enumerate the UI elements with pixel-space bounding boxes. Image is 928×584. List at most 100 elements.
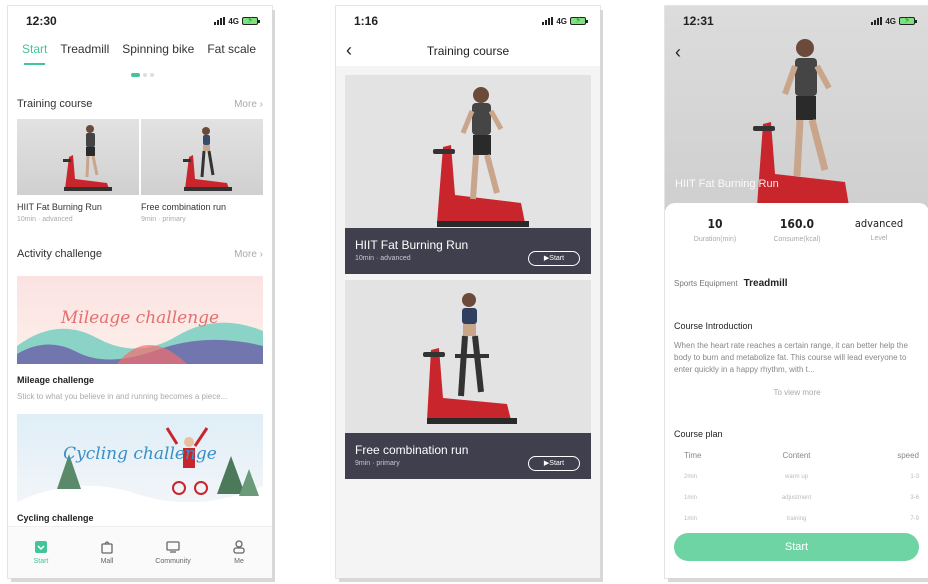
activity-challenge-header: Activity challenge More › xyxy=(17,248,263,260)
signal-icon xyxy=(871,17,883,25)
table-row: 1min training 7-9 xyxy=(684,515,919,522)
status-time: 12:31 xyxy=(683,14,714,28)
challenge-description: Stick to what you believe in and running… xyxy=(17,392,228,401)
course-hero-image: HIIT Fat Burning Run xyxy=(665,6,928,210)
sports-equipment: Sports Equipment Treadmill xyxy=(674,278,788,289)
stat-value: 10 xyxy=(707,217,723,231)
table-row: 2min warm up 1-3 xyxy=(684,473,919,480)
course-title: HIIT Fat Burning Run xyxy=(17,202,102,212)
course-thumbnail-hiit[interactable] xyxy=(17,119,139,195)
status-time: 12:30 xyxy=(26,14,57,28)
status-bar: 12:31 4G ⚡ xyxy=(665,6,928,36)
tabbar-me[interactable]: Me xyxy=(214,540,264,565)
table-row: 1min adjustment 3-6 xyxy=(684,494,919,501)
signal-indicator: 4G ⚡ xyxy=(214,15,260,26)
course-card-hiit[interactable]: HIIT Fat Burning Run 10min · advanced ▶S… xyxy=(345,75,591,274)
course-detail-screen: HIIT Fat Burning Run 12:31 4G ⚡ ‹ 10 Dur… xyxy=(665,6,928,578)
status-bar: 12:30 4G ⚡ xyxy=(8,6,272,36)
bottom-tab-bar: Start Mall Community Me xyxy=(8,526,272,578)
stat-value: advanced xyxy=(854,217,904,230)
page-title: Training course xyxy=(426,44,510,58)
start-button[interactable]: ▶Start xyxy=(528,251,580,266)
banner-text: Mileage challenge xyxy=(60,308,220,328)
course-title: Free combination run xyxy=(141,202,227,212)
battery-icon: ⚡ xyxy=(242,15,260,25)
stat-label: Consume(kcal) xyxy=(773,236,821,243)
training-course-header: Training course More › xyxy=(17,98,263,110)
course-thumbnail-free[interactable] xyxy=(141,119,263,195)
equipment-value: Treadmill xyxy=(743,278,788,289)
equipment-label: Sports Equipment xyxy=(674,279,738,288)
plan-heading: Course plan xyxy=(674,429,723,439)
treadmill-runner-image xyxy=(63,125,112,191)
challenge-title: Cycling challenge xyxy=(17,513,94,523)
tab-fat-scale[interactable]: Fat scale xyxy=(207,42,256,56)
more-link[interactable]: More › xyxy=(234,99,263,110)
signal-indicator: 4G ⚡ xyxy=(871,15,917,26)
start-course-button[interactable]: Start xyxy=(674,533,919,561)
page-indicator xyxy=(131,73,154,77)
course-subtitle: 9min · primary xyxy=(141,216,186,223)
course-subtitle: 10min · advanced xyxy=(17,216,73,223)
table-header: Time Content speed xyxy=(684,451,919,460)
mileage-challenge-banner[interactable]: Mileage challenge xyxy=(17,276,263,364)
start-icon xyxy=(35,541,47,553)
course-card-free[interactable]: Free combination run 9min · primary ▶Sta… xyxy=(345,280,591,479)
tabbar-label: Mall xyxy=(100,558,114,565)
network-label: 4G xyxy=(556,16,567,26)
back-chevron-icon[interactable]: ‹ xyxy=(675,40,681,64)
network-label: 4G xyxy=(885,16,896,26)
intro-text: When the heart rate reaches a certain ra… xyxy=(674,341,908,374)
course-card-info: HIIT Fat Burning Run 10min · advanced ▶S… xyxy=(345,228,591,274)
tab-start[interactable]: Start xyxy=(22,42,47,65)
treadmill-runner-image xyxy=(423,293,517,424)
view-more-link[interactable]: To view more xyxy=(665,388,928,397)
signal-icon xyxy=(542,17,554,25)
battery-icon: ⚡ xyxy=(570,15,588,25)
tabbar-label: Start xyxy=(33,558,49,565)
course-detail-sheet: 10 Duration(min) 160.0 Consume(kcal) adv… xyxy=(665,203,928,578)
course-title: Free combination run xyxy=(355,443,469,457)
banner-text: Cycling challenge xyxy=(63,444,217,464)
tabbar-start[interactable]: Start xyxy=(16,540,66,565)
status-bar: 1:16 4G ⚡ xyxy=(336,6,600,36)
tabbar-community[interactable]: Community xyxy=(148,540,198,565)
section-title: Training course xyxy=(17,98,93,110)
start-button[interactable]: ▶Start xyxy=(528,456,580,471)
treadmill-runner-image xyxy=(183,127,232,191)
tab-treadmill[interactable]: Treadmill xyxy=(60,42,109,56)
cycling-challenge-banner[interactable]: Cycling challenge xyxy=(17,414,263,502)
tabbar-mall[interactable]: Mall xyxy=(82,540,132,565)
home-screen: 12:30 4G ⚡ Start Treadmill Spinning bike… xyxy=(8,6,272,578)
person-icon xyxy=(233,540,245,554)
stat-label: Duration(min) xyxy=(693,236,737,243)
tab-spinning-bike[interactable]: Spinning bike xyxy=(122,42,194,56)
training-course-screen: 1:16 4G ⚡ ‹ Training course HIIT Fat Bur… xyxy=(336,6,600,578)
challenge-title: Mileage challenge xyxy=(17,375,95,385)
signal-icon xyxy=(214,17,226,25)
tabbar-label: Me xyxy=(234,558,244,565)
back-chevron-icon[interactable]: ‹ xyxy=(346,38,352,62)
bag-icon xyxy=(101,541,113,554)
intro-heading: Course Introduction xyxy=(674,321,753,331)
section-title: Activity challenge xyxy=(17,248,102,260)
battery-icon: ⚡ xyxy=(899,15,917,25)
top-tabs: Start Treadmill Spinning bike Fat scale xyxy=(22,42,262,65)
nav-bar: ‹ Training course xyxy=(336,36,600,66)
course-title: HIIT Fat Burning Run xyxy=(355,238,469,252)
stat-label: Level xyxy=(870,235,888,242)
status-time: 1:16 xyxy=(354,14,379,28)
course-plan-table: Time Content speed 2min warm up 1-3 1min adju… xyxy=(674,445,919,529)
hero-title: HIIT Fat Burning Run xyxy=(675,178,779,190)
more-link[interactable]: More › xyxy=(234,249,263,260)
course-card-info: Free combination run 9min · primary ▶Sta… xyxy=(345,433,591,479)
stat-duration: 10 Duration(min) xyxy=(675,217,755,243)
monitor-icon xyxy=(166,541,180,553)
tabbar-label: Community xyxy=(155,558,191,565)
stat-consume: 160.0 Consume(kcal) xyxy=(757,217,837,243)
network-label: 4G xyxy=(228,16,239,26)
stat-level: advanced Level xyxy=(839,217,919,242)
signal-indicator: 4G ⚡ xyxy=(542,15,588,26)
treadmill-runner-image xyxy=(433,87,529,227)
stat-value: 160.0 xyxy=(779,217,815,231)
